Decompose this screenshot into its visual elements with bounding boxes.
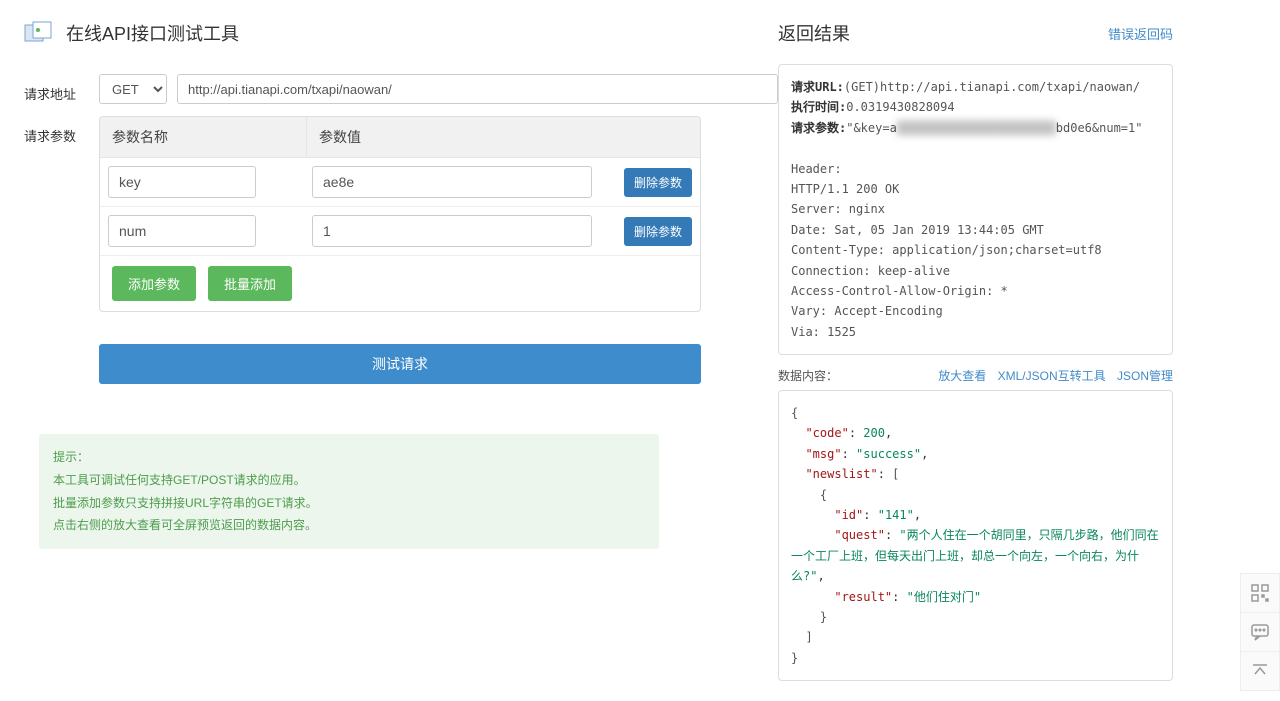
params-panel: 参数名称 参数值 删除参数 [99,116,701,312]
param-row: 删除参数 [100,158,700,207]
api-tool-icon [24,21,52,45]
param-key-input[interactable] [108,166,256,198]
label-params: 请求参数 [24,116,99,145]
data-content-label: 数据内容： [778,367,838,384]
enlarge-link[interactable]: 放大查看 [938,369,986,383]
param-row: 删除参数 [100,207,700,256]
page-title: 在线API接口测试工具 [66,20,239,46]
col-head-name: 参数名称 [100,117,306,157]
batch-add-button[interactable]: 批量添加 [208,266,292,301]
submit-request-button[interactable]: 测试请求 [99,344,701,384]
response-body-box: { "code": 200, "msg": "success", "newsli… [778,390,1173,681]
scroll-top-icon[interactable] [1240,651,1280,691]
result-title: 返回结果 [778,20,850,46]
label-address: 请求地址 [24,74,99,103]
error-code-link[interactable]: 错误返回码 [1108,24,1173,43]
jsonmgr-link[interactable]: JSON管理 [1117,369,1173,383]
param-value-input[interactable] [312,166,592,198]
response-header-box: 请求URL:(GET)http://api.tianapi.com/txapi/… [778,64,1173,355]
delete-param-button[interactable]: 删除参数 [624,217,692,246]
url-input[interactable] [177,74,778,104]
param-key-input[interactable] [108,215,256,247]
col-head-value: 参数值 [306,117,700,157]
param-value-input[interactable] [312,215,592,247]
add-param-button[interactable]: 添加参数 [112,266,196,301]
xmljson-link[interactable]: XML/JSON互转工具 [998,369,1106,383]
delete-param-button[interactable]: 删除参数 [624,168,692,197]
qr-icon[interactable] [1240,573,1280,613]
method-select[interactable]: GET [99,74,167,104]
tips-box: 提示： 本工具可调试任何支持GET/POST请求的应用。 批量添加参数只支持拼接… [39,434,659,549]
chat-icon[interactable] [1240,612,1280,652]
